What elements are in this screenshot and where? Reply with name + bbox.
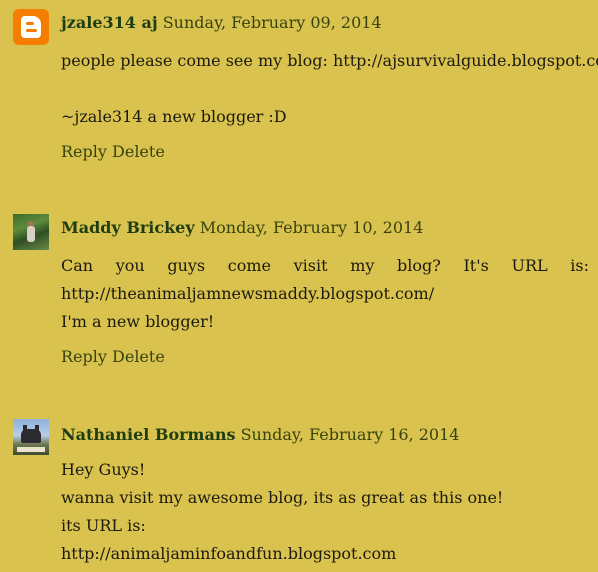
comment-header: Nathaniel Bormans Sunday, February 16, 2… <box>61 425 459 444</box>
comment-text: http://animaljaminfoandfun.blogspot.com <box>61 544 397 563</box>
comment-actions: Reply Delete <box>61 142 165 161</box>
comment-text: Hey Guys! <box>61 460 146 479</box>
blogger-logo-line <box>26 29 37 32</box>
comment-actions: Reply Delete <box>61 347 165 366</box>
avatar[interactable] <box>13 214 49 250</box>
comment-text: people please come see my blog: http://a… <box>61 51 598 70</box>
reply-link[interactable]: Reply <box>61 142 107 161</box>
comment-date[interactable]: Monday, February 10, 2014 <box>200 218 424 237</box>
avatar-wolf <box>21 429 41 443</box>
comment-text: http://theanimaljamnewsmaddy.blogspot.co… <box>61 284 435 303</box>
comment-text: I'm a new blogger! <box>61 312 215 331</box>
comment-author[interactable]: jzale314 aj <box>61 13 158 32</box>
comment-date[interactable]: Sunday, February 16, 2014 <box>241 425 460 444</box>
blogger-logo-mark <box>21 16 41 38</box>
avatar-caption-strip <box>17 447 45 452</box>
comment-author[interactable]: Nathaniel Bormans <box>61 425 235 444</box>
comment-header: Maddy Brickey Monday, February 10, 2014 <box>61 218 423 237</box>
blogger-logo-line <box>26 22 34 25</box>
comment-header: jzale314 aj Sunday, February 09, 2014 <box>61 13 382 32</box>
blogger-icon[interactable] <box>13 9 49 45</box>
comment-date[interactable]: Sunday, February 09, 2014 <box>163 13 382 32</box>
comment-text: ~jzale314 a new blogger :D <box>61 107 287 126</box>
comment-author[interactable]: Maddy Brickey <box>61 218 195 237</box>
avatar-figure-body <box>27 226 35 242</box>
reply-link[interactable]: Reply <box>61 347 107 366</box>
avatar[interactable] <box>13 419 49 455</box>
comment-text: its URL is: <box>61 516 146 535</box>
comment-text: Can you guys come visit my blog? It's UR… <box>61 256 589 275</box>
delete-link[interactable]: Delete <box>112 347 165 366</box>
comment-text: wanna visit my awesome blog, its as grea… <box>61 488 504 507</box>
delete-link[interactable]: Delete <box>112 142 165 161</box>
